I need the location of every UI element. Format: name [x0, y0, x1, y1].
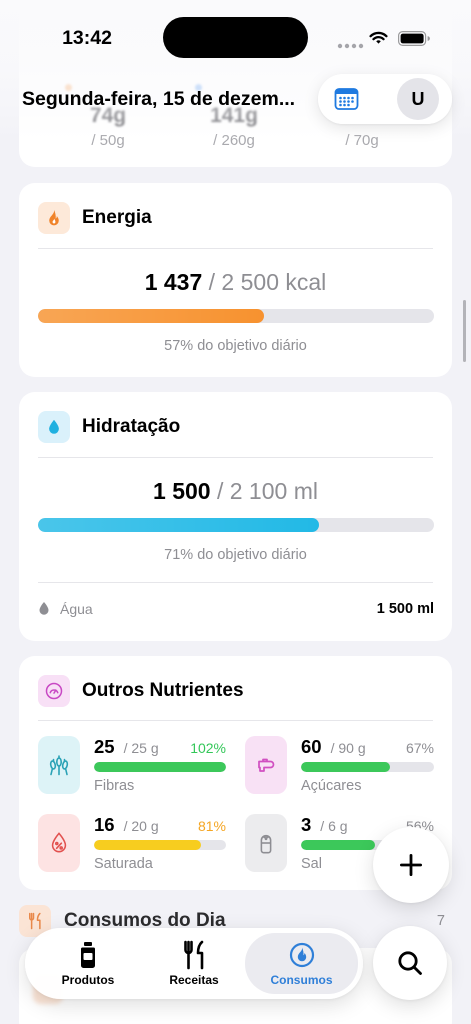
- hydration-title: Hidratação: [82, 416, 181, 437]
- energy-current: 1 437: [144, 269, 203, 295]
- battery-icon: [398, 31, 431, 51]
- divider: [38, 582, 433, 583]
- cellular-signal-icon: [337, 37, 365, 49]
- energy-progress-fill: [38, 309, 264, 323]
- water-label: Água: [60, 601, 93, 617]
- gauge-icon: [44, 681, 64, 701]
- water-row: Água 1 500 ml: [38, 598, 434, 620]
- hydration-caption: 71% do objetivo diário: [164, 547, 307, 563]
- nutrient-progress-fill: [301, 762, 391, 772]
- status-time: 13:42: [62, 27, 112, 49]
- avatar-initial: U: [411, 89, 425, 109]
- fork-knife-icon: [182, 940, 206, 970]
- divider: [38, 248, 433, 249]
- nutrient-value: 16: [94, 814, 115, 835]
- flame-icon: [44, 208, 64, 228]
- calendar-button[interactable]: [332, 85, 360, 113]
- header-actions-pill: U: [318, 74, 452, 124]
- hydration-goal: / 2 100 ml: [210, 478, 318, 504]
- consumos-count: 7: [436, 913, 445, 929]
- other-nutrients-icon-box: [38, 675, 70, 707]
- energy-progress-bar: [38, 309, 434, 323]
- nutrient-goal: / 25 g: [123, 740, 159, 756]
- tab-bar: Produtos Receitas Consumos: [25, 928, 363, 999]
- bottle-icon: [78, 941, 98, 969]
- energy-card: Energia 1 437 / 2 500 kcal 57% do objeti…: [19, 183, 452, 377]
- nutrient-percent: 67%: [405, 740, 434, 756]
- hydration-current: 1 500: [153, 478, 211, 504]
- nutrient-icon-box: [38, 814, 80, 872]
- saturated-fat-icon: [48, 831, 70, 855]
- nutrient-goal: / 20 g: [123, 818, 159, 834]
- salt-shaker-icon: [256, 831, 276, 855]
- tab-label: Receitas: [169, 973, 219, 987]
- nutrient-acucares: 60 / 90 g 67% Açúcares: [245, 736, 445, 794]
- nutrient-progress-bar: [94, 762, 226, 772]
- nutrient-icon-box: [245, 814, 287, 872]
- nutrient-label: Açúcares: [301, 778, 362, 794]
- sugar-icon: [254, 753, 278, 777]
- wifi-icon: [369, 31, 388, 50]
- hydration-card: Hidratação 1 500 / 2 100 ml 71% do objet…: [19, 392, 452, 641]
- header-date: Segunda-feira, 15 de dezem...: [22, 88, 296, 110]
- tab-consumos[interactable]: Consumos: [245, 933, 358, 994]
- tab-produtos[interactable]: Produtos: [35, 928, 141, 999]
- nutrient-goal: / 90 g: [330, 740, 366, 756]
- tab-label: Consumos: [270, 973, 333, 987]
- search-icon: [397, 950, 423, 976]
- flame-icon: [289, 941, 315, 969]
- add-button[interactable]: [373, 827, 449, 903]
- energy-value: 1 437 / 2 500 kcal: [19, 268, 452, 296]
- nutrient-value: 25: [94, 736, 115, 757]
- water-drop-icon: [45, 417, 63, 437]
- calendar-icon: [334, 87, 359, 111]
- scroll-indicator[interactable]: [463, 300, 466, 362]
- dynamic-island: [163, 17, 308, 58]
- avatar-button[interactable]: U: [397, 78, 439, 120]
- plus-icon: [399, 853, 423, 877]
- tab-receitas[interactable]: Receitas: [141, 928, 247, 999]
- energy-caption: 57% do objetivo diário: [164, 338, 307, 354]
- wheat-icon: [47, 753, 71, 777]
- nutrient-progress-fill: [301, 840, 376, 850]
- nutrient-label: Fibras: [94, 778, 135, 794]
- energy-icon-box: [38, 202, 70, 234]
- energy-goal: / 2 500 kcal: [202, 269, 327, 295]
- nutrient-label: Sal: [301, 856, 322, 872]
- tab-label: Produtos: [61, 973, 115, 987]
- other-nutrients-title: Outros Nutrientes: [82, 680, 244, 701]
- nutrient-goal: / 6 g: [320, 818, 348, 834]
- small-drop-icon: [38, 601, 50, 616]
- energy-title: Energia: [82, 207, 152, 228]
- water-value: 1 500 ml: [376, 601, 434, 617]
- divider: [38, 720, 433, 721]
- nutrient-progress-bar: [301, 762, 434, 772]
- search-button[interactable]: [373, 926, 447, 1000]
- divider: [38, 457, 433, 458]
- hydration-value: 1 500 / 2 100 ml: [19, 477, 452, 505]
- nutrient-value: 60: [301, 736, 322, 757]
- nutrient-percent: 81%: [197, 818, 226, 834]
- nutrient-saturada: 16 / 20 g 81% Saturada: [38, 814, 238, 872]
- nutrient-label: Saturada: [94, 856, 153, 872]
- nutrient-value: 3: [301, 814, 312, 835]
- nutrient-progress-fill: [94, 840, 201, 850]
- hydration-progress-bar: [38, 518, 434, 532]
- nutrient-fibras: 25 / 25 g 102% Fibras: [38, 736, 238, 794]
- nutrient-icon-box: [38, 736, 80, 794]
- hydration-progress-fill: [38, 518, 320, 532]
- nutrient-icon-box: [245, 736, 287, 794]
- nutrient-progress-fill: [94, 762, 226, 772]
- hydration-icon-box: [38, 411, 70, 443]
- nutrient-percent: 102%: [190, 740, 226, 756]
- nutrient-progress-bar: [94, 840, 226, 850]
